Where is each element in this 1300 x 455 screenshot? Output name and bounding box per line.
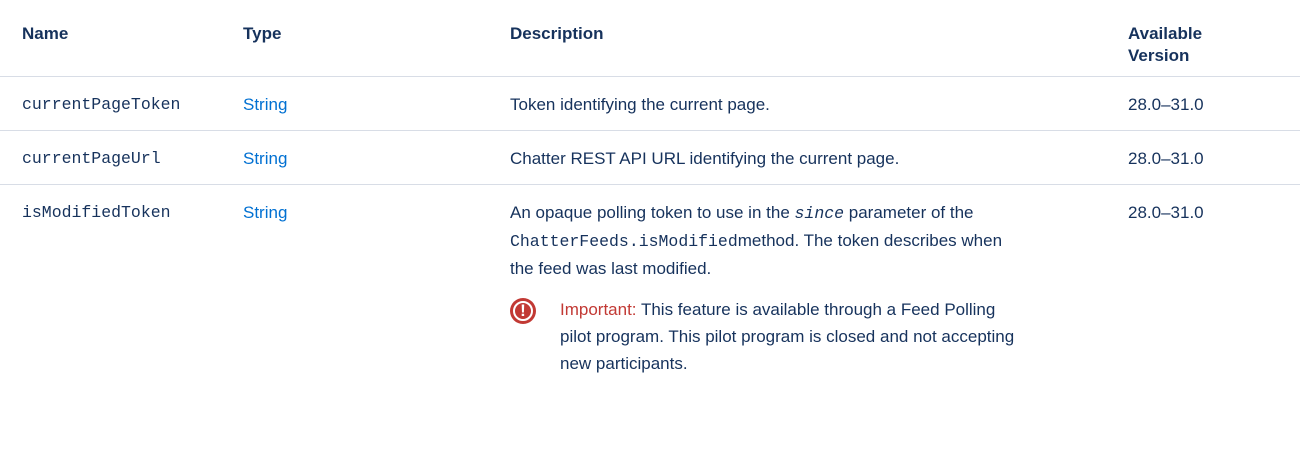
property-description: An opaque polling token to use in the si… (510, 199, 1022, 377)
description-text-1: An opaque polling token to use in the (510, 203, 790, 222)
table-row: currentPageUrl String Chatter REST API U… (0, 131, 1300, 185)
property-name: currentPageToken (22, 95, 181, 114)
table-row: currentPageToken String Token identifyin… (0, 77, 1300, 131)
table-row: isModifiedToken String An opaque polling… (0, 185, 1300, 455)
important-icon: ! (510, 298, 536, 324)
description-text-2: parameter of the (848, 203, 974, 222)
property-name: currentPageUrl (22, 149, 161, 168)
property-name: isModifiedToken (22, 203, 171, 222)
header-version-line1: Available (1128, 24, 1203, 43)
available-version: 28.0–31.0 (1128, 203, 1204, 222)
description-paragraph: An opaque polling token to use in the si… (510, 199, 1022, 282)
property-description: Chatter REST API URL identifying the cur… (510, 149, 900, 168)
type-link[interactable]: String (243, 199, 287, 226)
type-link[interactable]: String (243, 91, 287, 118)
important-note: ! Important: This feature is available t… (510, 296, 1022, 377)
table-header-row: Name Type Description Available Version (0, 0, 1300, 77)
properties-table: Name Type Description Available Version … (0, 0, 1300, 455)
since-parameter: since (794, 204, 845, 223)
available-version: 28.0–31.0 (1128, 149, 1204, 168)
header-type: Type (243, 24, 282, 43)
property-description: Token identifying the current page. (510, 95, 770, 114)
header-description: Description (510, 24, 604, 43)
important-label: Important: (560, 300, 637, 319)
type-link[interactable]: String (243, 145, 287, 172)
method-name: ChatterFeeds.isModified (510, 232, 738, 251)
header-available-version: Available Version (1128, 23, 1202, 67)
header-name: Name (22, 24, 69, 43)
header-version-line2: Version (1128, 46, 1190, 65)
available-version: 28.0–31.0 (1128, 95, 1204, 114)
